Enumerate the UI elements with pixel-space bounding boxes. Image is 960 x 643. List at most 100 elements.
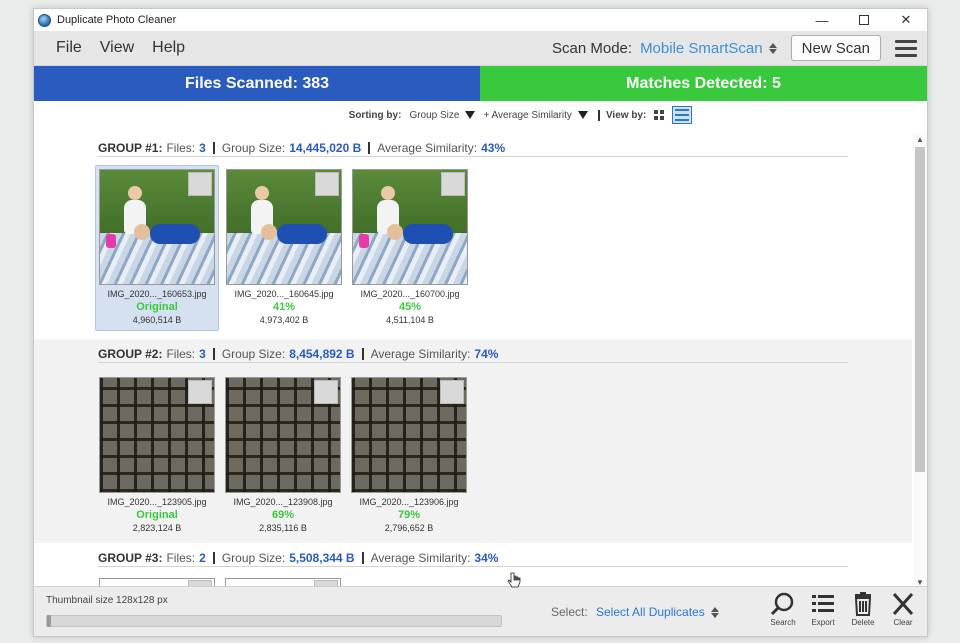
maximize-icon — [859, 15, 869, 25]
separator — [368, 142, 371, 154]
select-dropdown-value[interactable]: Select All Duplicates — [596, 605, 705, 619]
separator — [212, 348, 215, 360]
menu-view[interactable]: View — [100, 39, 134, 57]
image-card[interactable]: IMG_2020..._123905.jpg Original 2,823,12… — [96, 374, 218, 538]
results-list: GROUP #1: Files: 3 Group Size: 14,445,02… — [34, 133, 912, 588]
group-size-label: Group Size: — [221, 551, 286, 565]
hand-cursor-icon — [507, 572, 521, 588]
title-bar: Duplicate Photo Cleaner — ✕ — [34, 9, 927, 31]
image-card[interactable]: IMG_2020..._123908.jpg 69% 2,835,116 B — [222, 374, 344, 538]
group-title: GROUP #2: — [98, 347, 163, 361]
image-card[interactable]: IMG_2020..._123906.jpg 79% 2,796,652 B — [348, 374, 470, 538]
sort-primary-dropdown-icon[interactable] — [465, 111, 476, 119]
sort-primary[interactable]: Group Size — [409, 110, 459, 121]
similarity-tag: 79% — [397, 509, 421, 521]
new-scan-button[interactable]: New Scan — [790, 35, 881, 61]
image-card[interactable]: IMG_2020..._160645.jpg 41% 4,973,402 B — [223, 166, 345, 331]
grid-view-icon[interactable] — [654, 110, 665, 120]
image-card[interactable]: IMG_2020..._160653.jpg Original 4,960,51… — [95, 165, 219, 331]
select-dropdown[interactable]: Select All Duplicates — [596, 605, 719, 619]
select-checkbox[interactable] — [315, 172, 339, 196]
export-label: Export — [811, 618, 835, 627]
scroll-up-icon[interactable]: ▲ — [913, 133, 927, 145]
vertical-scrollbar[interactable]: ▲ ▼ — [913, 133, 927, 588]
slider-handle[interactable] — [47, 615, 51, 627]
file-size: 4,960,514 B — [132, 315, 182, 325]
file-size: 2,796,652 B — [384, 523, 434, 533]
hamburger-menu-icon[interactable] — [895, 39, 917, 57]
photo-thumbnail[interactable] — [99, 169, 215, 285]
select-checkbox[interactable] — [314, 380, 338, 404]
select-checkbox[interactable] — [188, 380, 212, 404]
app-window: Duplicate Photo Cleaner — ✕ File View He… — [33, 8, 928, 637]
minimize-icon: — — [815, 12, 829, 28]
files-label: Files: — [166, 347, 196, 361]
search-button[interactable]: Search — [767, 591, 799, 627]
photo-thumbnail[interactable] — [225, 377, 341, 493]
similarity-tag: Original — [136, 301, 178, 313]
file-name: IMG_2020..._160653.jpg — [107, 289, 207, 299]
group-similarity-value: 43% — [481, 141, 506, 155]
scan-mode-updown-icon[interactable] — [768, 42, 777, 54]
file-name: IMG_2020..._160645.jpg — [234, 289, 334, 299]
group-title: GROUP #1: — [98, 141, 163, 155]
group-files-count: 3 — [199, 347, 206, 361]
maximize-button[interactable] — [843, 9, 885, 31]
files-scanned-banner: Files Scanned: 383 — [34, 66, 480, 101]
photo-thumbnail[interactable] — [226, 169, 342, 285]
delete-button[interactable]: Delete — [847, 591, 879, 627]
matches-detected-banner: Matches Detected: 5 — [480, 66, 927, 101]
photo-thumbnail[interactable] — [352, 169, 468, 285]
close-icon: ✕ — [900, 12, 912, 27]
image-card[interactable]: IMG_2020..._160700.jpg 45% 4,511,104 B — [349, 166, 471, 331]
export-list-icon — [812, 595, 834, 612]
menu-bar: File View Help Scan Mode: Mobile SmartSc… — [34, 31, 927, 66]
file-size: 4,511,104 B — [386, 315, 434, 325]
group-divider — [98, 362, 848, 363]
separator — [212, 142, 215, 154]
menu-file[interactable]: File — [56, 39, 82, 57]
group-size-value: 14,445,020 B — [289, 141, 362, 155]
scrollbar-thumb[interactable] — [915, 147, 925, 472]
photo-thumbnail[interactable] — [351, 377, 467, 493]
sort-secondary-dropdown-icon[interactable] — [577, 111, 588, 119]
minimize-button[interactable]: — — [801, 9, 843, 31]
export-button[interactable]: Export — [807, 591, 839, 627]
thumbnail-size-slider[interactable] — [46, 615, 502, 627]
file-name: IMG_2020..._123905.jpg — [107, 497, 207, 507]
separator — [212, 552, 215, 564]
separator — [361, 348, 364, 360]
window-title: Duplicate Photo Cleaner — [57, 14, 177, 26]
stats-bar: Files Scanned: 383 Matches Detected: 5 — [34, 66, 927, 101]
group-3: GROUP #3: Files: 2 Group Size: 5,508,344… — [34, 543, 912, 588]
clear-button[interactable]: Clear — [887, 591, 919, 627]
menu-help[interactable]: Help — [152, 39, 185, 57]
group-divider — [98, 566, 848, 567]
scan-mode-select[interactable]: Mobile SmartScan — [640, 40, 763, 57]
bottom-toolbar: Thumbnail size 128x128 px Select: Select… — [34, 586, 927, 636]
clear-label: Clear — [893, 618, 913, 627]
select-checkbox[interactable] — [188, 172, 212, 196]
file-name: IMG_2020..._123906.jpg — [359, 497, 459, 507]
select-checkbox[interactable] — [441, 172, 465, 196]
app-logo-icon — [38, 13, 51, 27]
select-checkbox[interactable] — [440, 380, 464, 404]
delete-label: Delete — [851, 618, 875, 627]
similarity-tag: 41% — [272, 301, 296, 313]
photo-thumbnail[interactable] — [99, 377, 215, 493]
sorting-bar: Sorting by: Group Size + Average Similar… — [34, 101, 927, 129]
close-button[interactable]: ✕ — [885, 9, 927, 31]
clear-x-icon — [892, 592, 914, 616]
list-view-icon[interactable] — [672, 106, 693, 124]
file-name: IMG_2020..._160700.jpg — [360, 289, 460, 299]
group-size-label: Group Size: — [221, 347, 286, 361]
similarity-label: Average Similarity: — [377, 141, 478, 155]
thumbnail-size-label: Thumbnail size 128x128 px — [46, 595, 168, 606]
separator — [597, 109, 600, 121]
file-size: 2,823,124 B — [132, 523, 182, 533]
search-label: Search — [770, 618, 796, 627]
select-updown-icon[interactable] — [710, 606, 719, 618]
sort-secondary[interactable]: + Average Similarity — [483, 110, 571, 121]
files-label: Files: — [166, 551, 196, 565]
search-icon — [770, 592, 794, 616]
